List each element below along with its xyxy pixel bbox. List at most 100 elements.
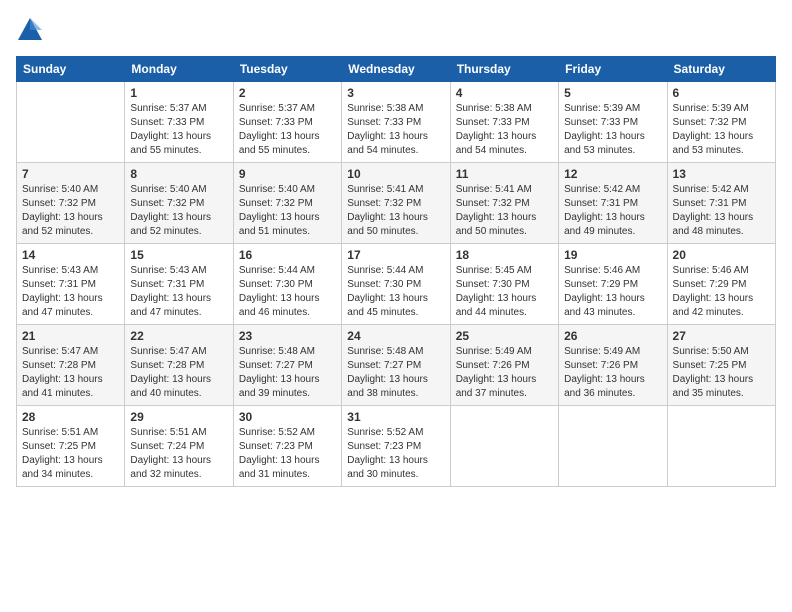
logo-icon [16,16,44,44]
calendar-cell: 5 Sunrise: 5:39 AM Sunset: 7:33 PM Daylig… [559,82,667,163]
calendar-cell: 20 Sunrise: 5:46 AM Sunset: 7:29 PM Dayli… [667,244,775,325]
day-info: Sunrise: 5:49 AM Sunset: 7:26 PM Dayligh… [456,345,553,401]
calendar-cell: 11 Sunrise: 5:41 AM Sunset: 7:32 PM Dayli… [450,163,558,244]
day-number: 16 [239,248,336,262]
calendar-cell: 10 Sunrise: 5:41 AM Sunset: 7:32 PM Dayli… [342,163,450,244]
day-info: Sunrise: 5:51 AM Sunset: 7:24 PM Dayligh… [130,426,227,482]
day-info: Sunrise: 5:39 AM Sunset: 7:32 PM Dayligh… [673,102,770,158]
day-info: Sunrise: 5:47 AM Sunset: 7:28 PM Dayligh… [22,345,119,401]
day-header-monday: Monday [125,57,233,82]
day-info: Sunrise: 5:38 AM Sunset: 7:33 PM Dayligh… [347,102,444,158]
day-info: Sunrise: 5:40 AM Sunset: 7:32 PM Dayligh… [22,183,119,239]
calendar-cell: 16Sunrise: 5:44 AM Sunset: 7:30 PM Dayli… [233,244,341,325]
calendar-cell: 24 Sunrise: 5:48 AM Sunset: 7:27 PM Dayli… [342,325,450,406]
calendar-cell: 31Sunrise: 5:52 AM Sunset: 7:23 PM Dayli… [342,406,450,487]
day-number: 9 [239,167,336,181]
day-info: Sunrise: 5:37 AM Sunset: 7:33 PM Dayligh… [239,102,336,158]
calendar-cell: 26Sunrise: 5:49 AM Sunset: 7:26 PM Dayli… [559,325,667,406]
day-number: 31 [347,410,444,424]
calendar-week-row: 21Sunrise: 5:47 AM Sunset: 7:28 PM Dayli… [17,325,776,406]
calendar-cell: 25 Sunrise: 5:49 AM Sunset: 7:26 PM Dayli… [450,325,558,406]
day-info: Sunrise: 5:40 AM Sunset: 7:32 PM Dayligh… [130,183,227,239]
day-number: 27 [673,329,770,343]
day-number: 3 [347,86,444,100]
day-info: Sunrise: 5:45 AM Sunset: 7:30 PM Dayligh… [456,264,553,320]
calendar-cell: 19 Sunrise: 5:46 AM Sunset: 7:29 PM Dayli… [559,244,667,325]
day-info: Sunrise: 5:46 AM Sunset: 7:29 PM Dayligh… [564,264,661,320]
day-number: 13 [673,167,770,181]
day-number: 28 [22,410,119,424]
calendar-cell: 18 Sunrise: 5:45 AM Sunset: 7:30 PM Dayli… [450,244,558,325]
day-number: 10 [347,167,444,181]
calendar-cell: 4Sunrise: 5:38 AM Sunset: 7:33 PM Daylig… [450,82,558,163]
day-info: Sunrise: 5:48 AM Sunset: 7:27 PM Dayligh… [239,345,336,401]
calendar-cell: 30 Sunrise: 5:52 AM Sunset: 7:23 PM Dayli… [233,406,341,487]
day-info: Sunrise: 5:48 AM Sunset: 7:27 PM Dayligh… [347,345,444,401]
day-info: Sunrise: 5:47 AM Sunset: 7:28 PM Dayligh… [130,345,227,401]
calendar-cell [667,406,775,487]
calendar-week-row: 7Sunrise: 5:40 AM Sunset: 7:32 PM Daylig… [17,163,776,244]
day-number: 29 [130,410,227,424]
day-info: Sunrise: 5:37 AM Sunset: 7:33 PM Dayligh… [130,102,227,158]
day-info: Sunrise: 5:52 AM Sunset: 7:23 PM Dayligh… [239,426,336,482]
day-header-saturday: Saturday [667,57,775,82]
calendar-header-row: SundayMondayTuesdayWednesdayThursdayFrid… [17,57,776,82]
calendar-week-row: 28 Sunrise: 5:51 AM Sunset: 7:25 PM Dayli… [17,406,776,487]
calendar-cell [450,406,558,487]
day-number: 24 [347,329,444,343]
calendar-cell: 8 Sunrise: 5:40 AM Sunset: 7:32 PM Daylig… [125,163,233,244]
day-number: 25 [456,329,553,343]
page-header [16,16,776,44]
day-number: 11 [456,167,553,181]
calendar-cell: 13 Sunrise: 5:42 AM Sunset: 7:31 PM Dayli… [667,163,775,244]
day-number: 6 [673,86,770,100]
day-number: 8 [130,167,227,181]
day-number: 5 [564,86,661,100]
day-info: Sunrise: 5:50 AM Sunset: 7:25 PM Dayligh… [673,345,770,401]
day-header-wednesday: Wednesday [342,57,450,82]
day-info: Sunrise: 5:46 AM Sunset: 7:29 PM Dayligh… [673,264,770,320]
day-info: Sunrise: 5:51 AM Sunset: 7:25 PM Dayligh… [22,426,119,482]
calendar-cell: 28 Sunrise: 5:51 AM Sunset: 7:25 PM Dayli… [17,406,125,487]
calendar-cell: 27 Sunrise: 5:50 AM Sunset: 7:25 PM Dayli… [667,325,775,406]
day-info: Sunrise: 5:43 AM Sunset: 7:31 PM Dayligh… [22,264,119,320]
calendar-cell: 1 Sunrise: 5:37 AM Sunset: 7:33 PM Daylig… [125,82,233,163]
calendar-cell: 14 Sunrise: 5:43 AM Sunset: 7:31 PM Dayli… [17,244,125,325]
calendar-cell [17,82,125,163]
day-number: 1 [130,86,227,100]
calendar-cell: 9 Sunrise: 5:40 AM Sunset: 7:32 PM Daylig… [233,163,341,244]
calendar-cell [559,406,667,487]
calendar-table: SundayMondayTuesdayWednesdayThursdayFrid… [16,56,776,487]
calendar-cell: 12 Sunrise: 5:42 AM Sunset: 7:31 PM Dayli… [559,163,667,244]
day-info: Sunrise: 5:42 AM Sunset: 7:31 PM Dayligh… [673,183,770,239]
calendar-cell: 7Sunrise: 5:40 AM Sunset: 7:32 PM Daylig… [17,163,125,244]
day-header-sunday: Sunday [17,57,125,82]
calendar-week-row: 14 Sunrise: 5:43 AM Sunset: 7:31 PM Dayli… [17,244,776,325]
day-info: Sunrise: 5:42 AM Sunset: 7:31 PM Dayligh… [564,183,661,239]
day-number: 20 [673,248,770,262]
day-info: Sunrise: 5:39 AM Sunset: 7:33 PM Dayligh… [564,102,661,158]
day-header-thursday: Thursday [450,57,558,82]
day-info: Sunrise: 5:40 AM Sunset: 7:32 PM Dayligh… [239,183,336,239]
day-info: Sunrise: 5:43 AM Sunset: 7:31 PM Dayligh… [130,264,227,320]
day-number: 18 [456,248,553,262]
day-number: 15 [130,248,227,262]
day-header-friday: Friday [559,57,667,82]
day-number: 14 [22,248,119,262]
day-info: Sunrise: 5:41 AM Sunset: 7:32 PM Dayligh… [456,183,553,239]
calendar-cell: 15 Sunrise: 5:43 AM Sunset: 7:31 PM Dayli… [125,244,233,325]
day-number: 23 [239,329,336,343]
day-info: Sunrise: 5:44 AM Sunset: 7:30 PM Dayligh… [347,264,444,320]
day-number: 30 [239,410,336,424]
day-number: 4 [456,86,553,100]
calendar-cell: 21Sunrise: 5:47 AM Sunset: 7:28 PM Dayli… [17,325,125,406]
calendar-cell: 6 Sunrise: 5:39 AM Sunset: 7:32 PM Daylig… [667,82,775,163]
day-number: 19 [564,248,661,262]
day-info: Sunrise: 5:41 AM Sunset: 7:32 PM Dayligh… [347,183,444,239]
calendar-cell: 3 Sunrise: 5:38 AM Sunset: 7:33 PM Daylig… [342,82,450,163]
day-number: 22 [130,329,227,343]
day-number: 12 [564,167,661,181]
calendar-cell: 23 Sunrise: 5:48 AM Sunset: 7:27 PM Dayli… [233,325,341,406]
logo [16,16,48,44]
day-number: 2 [239,86,336,100]
